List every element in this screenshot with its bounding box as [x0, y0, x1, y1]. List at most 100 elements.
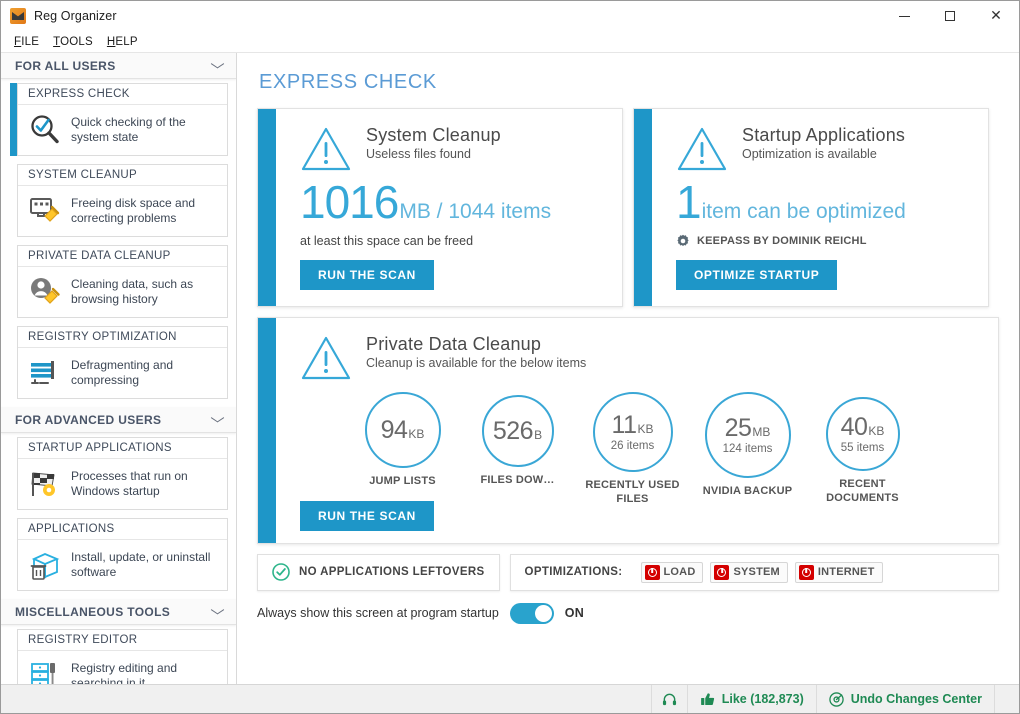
sidebar-item-desc: Processes that run on Windows startup — [71, 469, 219, 500]
window-controls: ✕ — [881, 1, 1019, 32]
chip-label: INTERNET — [818, 566, 875, 578]
sidebar-section-for-advanced-users[interactable]: FOR ADVANCED USERS — [1, 407, 236, 433]
circle-unit: KB — [408, 428, 424, 440]
circle-unit: B — [534, 429, 542, 441]
card-subtitle: Cleanup is available for the below items — [366, 356, 586, 370]
sidebar-item-title: REGISTRY OPTIMIZATION — [18, 327, 227, 348]
optimizations-box: OPTIMIZATIONS: LOAD SYSTEM INTERNET — [510, 554, 999, 591]
run-the-scan-button[interactable]: RUN THE SCAN — [300, 501, 434, 531]
chip-label: SYSTEM — [733, 566, 779, 578]
sidebar-item-desc: Registry editing and searching in it — [71, 661, 219, 684]
card-title: Private Data Cleanup — [366, 334, 586, 355]
circle-number: 526 — [493, 419, 533, 444]
sidebar-item-startup-applications[interactable]: STARTUP APPLICATIONS Processes that — [17, 437, 228, 510]
stack-compress-icon — [28, 356, 62, 390]
maximize-icon — [945, 11, 955, 21]
circle-label: JUMP LISTS — [369, 475, 436, 489]
optimizations-label: OPTIMIZATIONS: — [525, 566, 623, 578]
close-button[interactable]: ✕ — [973, 1, 1019, 32]
sidebar-item-desc: Freeing disk space and correcting proble… — [71, 196, 219, 227]
circle-stat[interactable]: 40 KB 55 items RECENT DOCUMENTS — [812, 392, 913, 506]
run-the-scan-button[interactable]: RUN THE SCAN — [300, 260, 434, 290]
sidebar-item-registry-editor[interactable]: REGISTRY EDITOR — [17, 629, 228, 684]
chip-label: LOAD — [664, 566, 696, 578]
card-startup-applications[interactable]: Startup Applications Optimization is ava… — [633, 108, 989, 307]
card-subtitle: Optimization is available — [742, 147, 905, 161]
page-title: EXPRESS CHECK — [259, 71, 999, 94]
sidebar-item-title: SYSTEM CLEANUP — [18, 165, 227, 186]
thumbs-up-icon — [700, 692, 715, 707]
person-broom-icon — [28, 275, 62, 309]
circle-stat[interactable]: 94 KB JUMP LISTS — [352, 392, 453, 489]
startup-toggle-state: ON — [565, 606, 584, 620]
support-button[interactable] — [651, 685, 687, 713]
like-label: Like (182,873) — [722, 692, 804, 706]
menu-tools-label: OOLS — [60, 36, 93, 48]
optimization-chip-internet[interactable]: INTERNET — [795, 562, 883, 583]
leftovers-label: NO APPLICATIONS LEFTOVERS — [299, 566, 485, 578]
sidebar-item-express-check[interactable]: EXPRESS CHECK Quick checking of the syst… — [17, 83, 228, 156]
circle-unit: MB — [752, 426, 770, 438]
sidebar-item-desc: Quick checking of the system state — [71, 115, 219, 146]
sidebar-item-registry-optimization[interactable]: REGISTRY OPTIMIZATION — [17, 326, 228, 399]
circle-gauge: 40 KB 55 items — [826, 397, 900, 471]
sidebar-item-title: REGISTRY EDITOR — [18, 630, 227, 651]
menu-file[interactable]: FILE — [7, 34, 46, 50]
menu-tools[interactable]: TOOLS — [46, 34, 100, 50]
sidebar-item-system-cleanup[interactable]: SYSTEM CLEANUP — [17, 164, 228, 237]
like-button[interactable]: Like (182,873) — [687, 685, 816, 713]
minimize-icon — [899, 16, 910, 17]
circle-stat[interactable]: 11 KB 26 items RECENTLY USED FILES — [582, 392, 683, 507]
circle-items: 26 items — [611, 440, 654, 452]
minimize-button[interactable] — [881, 1, 927, 32]
startup-toggle[interactable] — [510, 603, 554, 624]
circle-label: RECENTLY USED FILES — [582, 479, 683, 507]
sidebar-items-group-2: REGISTRY EDITOR — [1, 625, 236, 684]
maximize-button[interactable] — [927, 1, 973, 32]
sidebar-section-label: FOR ALL USERS — [15, 59, 116, 73]
warning-triangle-icon — [300, 125, 352, 173]
sidebar[interactable]: FOR ALL USERS EXPRESS CHECK — [1, 53, 237, 684]
circle-items: 55 items — [841, 442, 884, 454]
sidebar-item-private-data-cleanup[interactable]: PRIVATE DATA CLEANUP Cleaning data, — [17, 245, 228, 318]
circle-label: FILES DOW… — [480, 474, 554, 488]
menu-help-label: ELP — [115, 36, 137, 48]
check-circle-icon — [272, 563, 290, 581]
chevron-down-icon — [211, 62, 224, 70]
no-applications-leftovers-box[interactable]: NO APPLICATIONS LEFTOVERS — [257, 554, 500, 591]
optimization-chip-system[interactable]: SYSTEM — [710, 562, 787, 583]
magnifier-check-icon — [28, 113, 62, 147]
close-icon: ✕ — [990, 9, 1002, 23]
sidebar-item-desc: Defragmenting and compressing — [71, 358, 219, 389]
stat-number: 1 — [676, 179, 701, 225]
headset-icon — [662, 692, 677, 707]
stat-number: 1016 — [300, 179, 398, 225]
circle-gauge: 11 KB 26 items — [593, 392, 673, 472]
warning-triangle-icon — [300, 334, 352, 382]
card-stat: 1016 MB / 1044 items — [300, 179, 606, 225]
top-cards-row: System Cleanup Useless files found 1016 … — [257, 108, 999, 307]
optimize-startup-button[interactable]: OPTIMIZE STARTUP — [676, 260, 837, 290]
sidebar-item-title: PRIVATE DATA CLEANUP — [18, 246, 227, 267]
circle-unit: KB — [868, 425, 884, 437]
resize-grip[interactable] — [994, 685, 1019, 713]
stat-unit: MB / 1044 items — [399, 200, 551, 224]
sidebar-section-for-all-users[interactable]: FOR ALL USERS — [1, 53, 236, 79]
circle-items: 124 items — [723, 443, 773, 455]
toggle-knob — [535, 605, 552, 622]
card-private-data-cleanup[interactable]: Private Data Cleanup Cleanup is availabl… — [257, 317, 999, 544]
optimization-chip-load[interactable]: LOAD — [641, 562, 704, 583]
card-system-cleanup[interactable]: System Cleanup Useless files found 1016 … — [257, 108, 623, 307]
undo-circle-icon — [829, 692, 844, 707]
sidebar-section-miscellaneous-tools[interactable]: MISCELLANEOUS TOOLS — [1, 599, 236, 625]
circle-stat[interactable]: 25 MB 124 items NVIDIA BACKUP — [697, 392, 798, 499]
sidebar-item-applications[interactable]: APPLICATIONS Instal — [17, 518, 228, 591]
circle-stat[interactable]: 526 B FILES DOW… — [467, 392, 568, 488]
circle-gauge: 94 KB — [365, 392, 441, 468]
chevron-down-icon — [211, 608, 224, 616]
undo-changes-center-button[interactable]: Undo Changes Center — [816, 685, 994, 713]
menu-help[interactable]: HELP — [100, 34, 145, 50]
titlebar: Reg Organizer ✕ — [1, 1, 1019, 32]
circle-unit: KB — [637, 423, 653, 435]
startup-toggle-label: Always show this screen at program start… — [257, 606, 499, 620]
